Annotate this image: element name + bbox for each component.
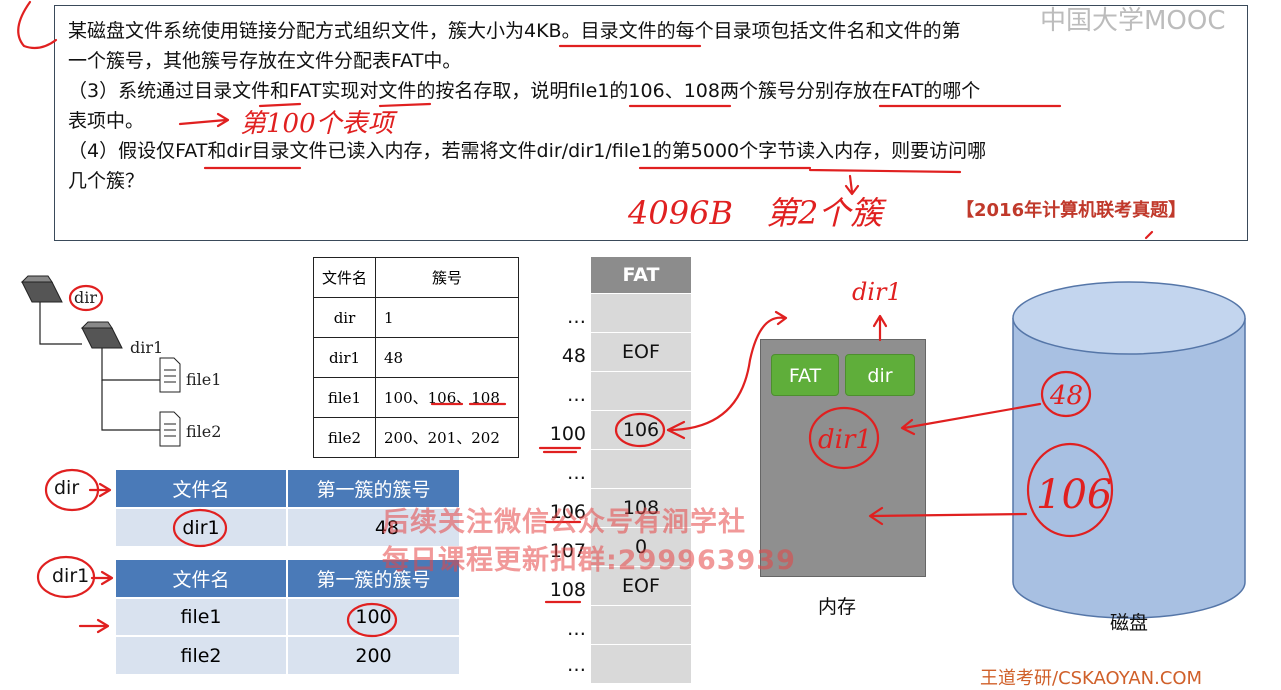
cell-filename: dir xyxy=(313,297,376,338)
dir1-entries-table: 文件名 第一簇的簇号 file1 100 file2 200 xyxy=(114,560,459,674)
fat-entry: 106 xyxy=(591,411,691,450)
cell-cluster: 200 xyxy=(286,635,459,674)
dir-entries-label: dir xyxy=(54,477,80,499)
tree-node-dir1: dir1 xyxy=(130,338,164,357)
overlay-watermark-line1: 后续关注微信公众号有涧学社 xyxy=(382,507,746,538)
disk-106-note: 106 xyxy=(1036,472,1112,518)
table-row: file2 200、201、202 xyxy=(313,417,519,458)
file-icon xyxy=(159,357,181,393)
column-header: 文件名 xyxy=(114,560,287,598)
table-row: dir1 48 xyxy=(313,337,519,378)
fat-index: 48 xyxy=(561,345,586,367)
cell-filename: file2 xyxy=(313,417,376,458)
cell-cluster: 100、106、108 xyxy=(375,377,519,418)
fat-entry xyxy=(591,606,691,645)
question-text: 某磁盘文件系统使用链接分配方式组织文件，簇大小为4KB。目录文件的每个目录项包括… xyxy=(68,16,1218,196)
question-line: 一个簇号，其他簇号存放在文件分配表FAT中。 xyxy=(68,50,462,72)
cell-cluster: 200、201、202 xyxy=(375,417,519,458)
fat-index: 108 xyxy=(549,579,586,601)
footer-brand: 王道考研/CSKAOYAN.COM xyxy=(980,668,1203,689)
column-header: 簇号 xyxy=(375,257,519,298)
cluster-table: 文件名 簇号 dir 1 dir1 48 file1 100、106、108 f… xyxy=(313,257,519,458)
table-row: file1 100、106、108 xyxy=(313,377,519,418)
folder-icon xyxy=(20,275,63,303)
fat-entry xyxy=(591,372,691,411)
memory-dir-block: dir xyxy=(845,354,915,396)
fat-index: … xyxy=(567,654,586,676)
dir1-entries-label: dir1 xyxy=(52,565,90,587)
column-header: 文件名 xyxy=(313,257,376,298)
directory-tree: dir dir1 file1 file2 xyxy=(18,270,258,450)
question-line: 几个簇？ xyxy=(68,170,145,192)
cell-cluster: 100 xyxy=(286,597,459,636)
table-row: file2 200 xyxy=(114,635,459,674)
fat-entry xyxy=(591,294,691,333)
cell-filename: dir1 xyxy=(114,507,287,546)
fat-entry xyxy=(591,450,691,489)
disk-label: 磁盘 xyxy=(1110,612,1149,634)
tree-node-file2: file2 xyxy=(186,422,222,441)
disk-48-note: 48 xyxy=(1049,381,1083,411)
fat-index: 100 xyxy=(549,423,586,445)
cell-cluster: 48 xyxy=(375,337,519,378)
fat-index: … xyxy=(567,384,586,406)
dir1-note: dir1 xyxy=(852,278,902,306)
overlay-watermark-line2: 每日课程更新扣群:299963939 xyxy=(382,545,796,576)
fat-table: FAT EOF 106 108 0 EOF xyxy=(591,257,691,684)
folder-icon xyxy=(80,321,123,349)
tree-node-file1: file1 xyxy=(186,370,222,389)
fat-entry: EOF xyxy=(591,333,691,372)
fat-index: … xyxy=(567,462,586,484)
table-row: dir 1 xyxy=(313,297,519,338)
cell-filename: file1 xyxy=(313,377,376,418)
fat-entry xyxy=(591,645,691,684)
cell-cluster: 1 xyxy=(375,297,519,338)
memory-fat-block: FAT xyxy=(771,354,839,396)
fat-index: … xyxy=(567,306,586,328)
cell-filename: file2 xyxy=(114,635,287,674)
fat-title: FAT xyxy=(591,257,691,294)
tree-node-dir: dir xyxy=(74,288,98,307)
cell-filename: file1 xyxy=(114,597,287,636)
column-header: 文件名 xyxy=(114,470,287,508)
source-label: 【2016年计算机联考真题】 xyxy=(956,200,1187,221)
question-line: 表项中。 xyxy=(68,110,145,132)
fat-index: … xyxy=(567,618,586,640)
question-line: 某磁盘文件系统使用链接分配方式组织文件，簇大小为4KB。目录文件的每个目录项包括… xyxy=(68,20,961,42)
table-row: file1 100 xyxy=(114,597,459,636)
memory-label: 内存 xyxy=(818,596,857,618)
question-line: （4）假设仅FAT和dir目录文件已读入内存，若需将文件dir/dir1/fil… xyxy=(68,140,987,162)
question-line: （3）系统通过目录文件和FAT实现对文件的按名存取，说明file1的106、10… xyxy=(68,80,981,102)
cell-filename: dir1 xyxy=(313,337,376,378)
file-icon xyxy=(159,411,181,447)
